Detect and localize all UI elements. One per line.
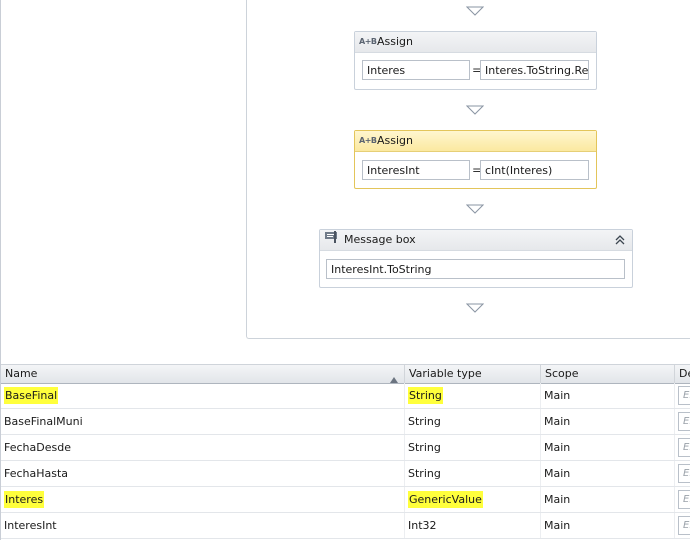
column-header-type[interactable]: Variable type [405, 365, 541, 383]
table-row[interactable]: FechaHasta String Main En [1, 461, 690, 487]
variable-type-cell[interactable]: String [405, 435, 541, 460]
default-value-input[interactable]: En [678, 386, 690, 405]
default-value-input[interactable]: En [678, 516, 690, 535]
variable-scope-cell-text: Main [544, 519, 571, 532]
column-header-default[interactable]: De [675, 365, 690, 383]
column-header-label: Scope [545, 367, 579, 380]
drop-target-arrow-icon[interactable] [466, 105, 484, 115]
variable-name-cell-text: BaseFinal [4, 387, 59, 404]
drop-target-arrow-icon[interactable] [466, 6, 484, 16]
variable-name-cell[interactable]: BaseFinal [1, 383, 405, 408]
workflow-designer-canvas[interactable]: A+B Assign Interes = Interes.ToString.Re… [0, 0, 690, 362]
variable-name-cell[interactable]: InteresInt [1, 513, 405, 538]
assign-activity-interesint[interactable]: A+B Assign InteresInt = cInt(Interes) [354, 130, 597, 189]
column-header-label: Variable type [409, 367, 482, 380]
variable-type-cell[interactable]: Int32 [405, 513, 541, 538]
assign-activity-interes[interactable]: A+B Assign Interes = Interes.ToString.Re… [354, 31, 597, 90]
variable-scope-cell-text: Main [544, 441, 571, 454]
variable-name-cell-text: Interes [4, 491, 45, 508]
variable-name-cell[interactable]: Interes [1, 487, 405, 512]
variables-panel: Name Variable type Scope De BaseFinal Str… [0, 362, 690, 540]
assign-value-field[interactable]: Interes.ToString.Rep [480, 60, 589, 80]
variable-name-cell[interactable]: BaseFinalMuni [1, 409, 405, 434]
assign-value-field[interactable]: cInt(Interes) [480, 160, 589, 180]
table-row[interactable]: FechaDesde String Main En [1, 435, 690, 461]
column-header-scope[interactable]: Scope [541, 365, 675, 383]
variable-name-cell-text: InteresInt [4, 519, 57, 532]
table-row[interactable]: Interes GenericValue Main En [1, 487, 690, 513]
variable-scope-cell-text: Main [544, 415, 571, 428]
activity-header[interactable]: A+B Assign [355, 32, 596, 53]
variable-type-cell-text: String [408, 467, 441, 480]
assign-to-field[interactable]: Interes [362, 60, 470, 80]
variable-type-cell-text: GenericValue [408, 491, 483, 508]
variable-type-cell[interactable]: String [405, 383, 541, 408]
variable-type-cell-text: Int32 [408, 519, 437, 532]
variable-type-cell-text: String [408, 415, 441, 428]
assign-icon: A+B [359, 37, 377, 46]
activity-header[interactable]: Message box [320, 230, 632, 251]
variable-type-cell[interactable]: String [405, 409, 541, 434]
variable-type-cell[interactable]: String [405, 461, 541, 486]
variable-type-cell[interactable]: GenericValue [405, 487, 541, 512]
variable-scope-cell[interactable]: Main [541, 513, 675, 538]
column-header-name[interactable]: Name [1, 365, 405, 383]
assign-icon: A+B [359, 136, 377, 145]
activity-header[interactable]: A+B Assign [355, 131, 596, 152]
drop-target-arrow-icon[interactable] [466, 303, 484, 313]
activity-title: Assign [377, 35, 413, 48]
activity-title: Assign [377, 134, 413, 147]
default-value-input[interactable]: En [678, 438, 690, 457]
message-box-activity[interactable]: Message box InteresInt.ToString [319, 229, 633, 288]
variable-scope-cell[interactable]: Main [541, 487, 675, 512]
variable-scope-cell-text: Main [544, 493, 571, 506]
variable-type-cell-text: String [408, 387, 443, 404]
table-row[interactable]: InteresInt Int32 Main En [1, 513, 690, 539]
activity-title: Message box [344, 233, 416, 246]
message-text-field[interactable]: InteresInt.ToString [326, 259, 625, 279]
variable-scope-cell[interactable]: Main [541, 435, 675, 460]
variables-grid-header: Name Variable type Scope De [1, 364, 690, 384]
default-value-input[interactable]: En [678, 490, 690, 509]
variable-type-cell-text: String [408, 441, 441, 454]
variable-name-cell[interactable]: FechaDesde [1, 435, 405, 460]
assign-to-field[interactable]: InteresInt [362, 160, 470, 180]
table-row[interactable]: BaseFinalMuni String Main En [1, 409, 690, 435]
variable-name-cell[interactable]: FechaHasta [1, 461, 405, 486]
variable-scope-cell[interactable]: Main [541, 461, 675, 486]
message-box-icon [324, 230, 344, 251]
column-header-label: De [679, 367, 690, 380]
variable-name-cell-text: FechaDesde [4, 441, 71, 454]
variable-scope-cell-text: Main [544, 389, 571, 402]
variable-scope-cell[interactable]: Main [541, 383, 675, 408]
drop-target-arrow-icon[interactable] [466, 204, 484, 214]
variable-scope-cell[interactable]: Main [541, 409, 675, 434]
variable-name-cell-text: FechaHasta [4, 467, 69, 480]
column-header-label: Name [5, 367, 38, 380]
variable-name-cell-text: BaseFinalMuni [4, 415, 83, 428]
default-value-input[interactable]: En [678, 412, 690, 431]
collapse-chevron-icon[interactable] [614, 234, 626, 246]
variable-scope-cell-text: Main [544, 467, 571, 480]
default-value-input[interactable]: En [678, 464, 690, 483]
table-row[interactable]: BaseFinal String Main En [1, 383, 690, 409]
